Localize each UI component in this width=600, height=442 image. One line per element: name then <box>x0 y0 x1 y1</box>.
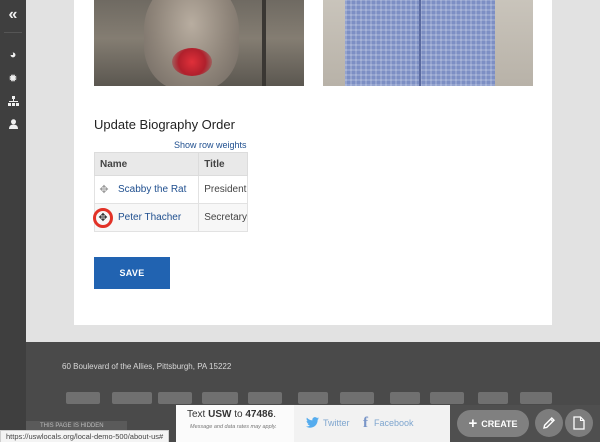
union-logo <box>158 392 192 404</box>
union-logo <box>248 392 282 404</box>
scabby-rat-photo <box>94 0 304 86</box>
union-logo <box>298 392 328 404</box>
create-button[interactable]: + CREATE <box>457 410 529 437</box>
sitemap-icon[interactable] <box>0 91 26 111</box>
bio-title-cell: President <box>198 175 248 204</box>
gear-icon[interactable]: ✹ <box>0 68 26 88</box>
table-header-row: Name Title <box>93 152 248 176</box>
twitter-icon <box>306 416 319 431</box>
cta-end: . <box>273 409 276 420</box>
text-join-message: Text USW to 47486. <box>187 409 276 420</box>
table-row[interactable]: ✥ Scabby the Rat President <box>93 175 248 204</box>
union-logo <box>390 392 420 404</box>
union-logo <box>520 392 552 404</box>
union-logo <box>340 392 374 404</box>
facebook-share-button[interactable]: f Facebook <box>363 412 414 434</box>
union-logo <box>202 392 238 404</box>
table-row[interactable]: ✥ Peter Thacher Secretary <box>93 203 248 232</box>
union-logos-strip <box>64 392 554 406</box>
column-header-name: Name <box>93 152 200 176</box>
show-row-weights-link[interactable]: Show row weights <box>174 140 247 150</box>
text-join-disclaimer: Message and data rates may apply. <box>190 424 277 430</box>
union-logo <box>430 392 464 404</box>
pencil-icon[interactable] <box>535 409 563 437</box>
save-button[interactable]: SAVE <box>94 257 170 289</box>
bio-title-cell: Secretary <box>198 203 248 232</box>
create-label: CREATE <box>481 418 518 429</box>
union-logo <box>66 392 100 404</box>
background-pole <box>262 0 266 86</box>
facebook-icon: f <box>363 414 368 431</box>
status-bar-url: https://uswlocals.org/local-demo-500/abo… <box>0 430 170 442</box>
cta-mid: to <box>231 409 246 420</box>
name-cell: ✥ Scabby the Rat <box>93 175 200 204</box>
page-icon[interactable] <box>565 409 593 437</box>
cta-prefix: Text <box>187 409 209 420</box>
palette-icon[interactable]: ◕ <box>0 45 26 65</box>
union-logo <box>112 392 152 404</box>
cta-keyword: USW <box>208 409 232 420</box>
twitter-label: Twitter <box>323 418 350 428</box>
name-cell: ✥ Peter Thacher <box>93 203 200 232</box>
column-header-title: Title <box>198 152 248 176</box>
footer-address: 60 Boulevard of the Allies, Pittsburgh, … <box>62 362 232 371</box>
drag-handle-icon[interactable]: ✥ <box>93 207 113 228</box>
rail-divider <box>4 32 22 33</box>
plus-icon: + <box>468 415 478 432</box>
cta-number: 47486 <box>245 409 274 420</box>
section-title: Update Biography Order <box>94 117 235 132</box>
peter-thacher-photo <box>323 0 533 86</box>
twitter-share-button[interactable]: Twitter <box>306 412 350 434</box>
rat-wound-detail <box>172 48 212 76</box>
user-icon[interactable] <box>0 114 26 134</box>
union-logo <box>478 392 508 404</box>
facebook-label: Facebook <box>374 418 414 428</box>
biography-order-table: Name Title ✥ Scabby the Rat President ✥ … <box>93 152 248 232</box>
collapse-rail-icon[interactable]: « <box>0 4 26 26</box>
shirt-placket <box>419 0 421 86</box>
drag-handle-icon[interactable]: ✥ <box>98 184 110 196</box>
admin-rail: « ◕ ✹ <box>0 0 26 442</box>
page: « ◕ ✹ Update Biography Order Show row we… <box>0 0 600 442</box>
